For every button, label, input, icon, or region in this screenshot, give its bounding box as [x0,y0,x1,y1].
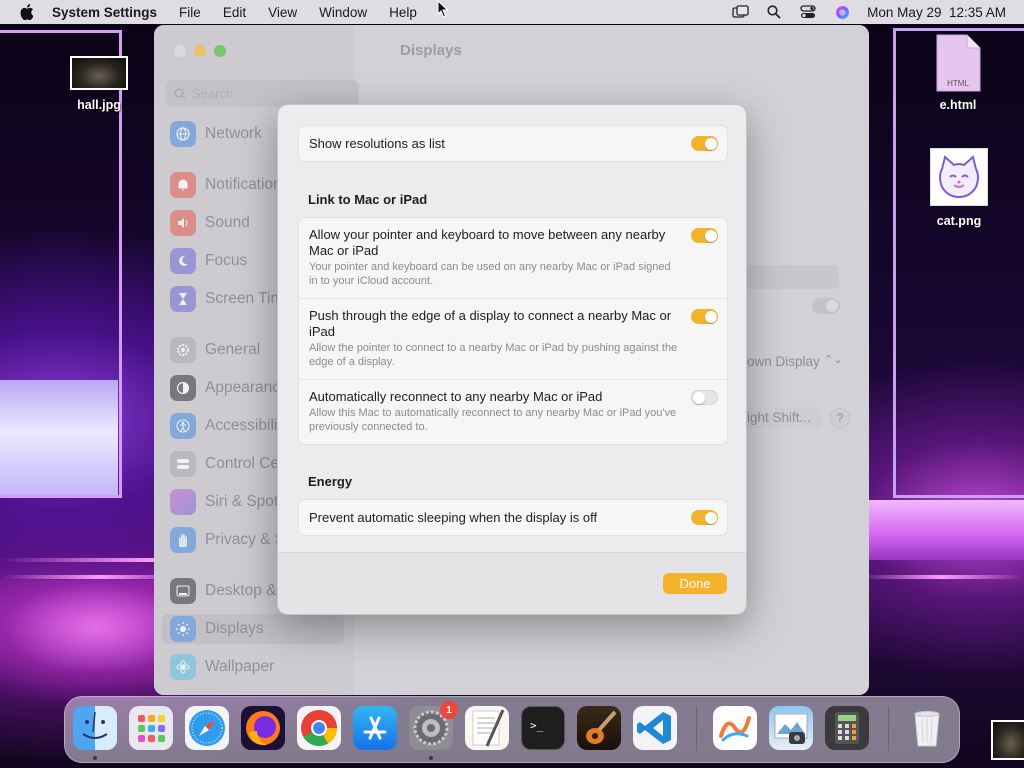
apple-menu-icon[interactable] [20,4,34,20]
menu-view[interactable]: View [268,5,297,20]
image-thumbnail [70,56,128,90]
prevent-sleep-toggle[interactable] [691,510,718,525]
setting-title: Prevent automatic sleeping when the disp… [309,510,598,525]
setting-row-prevent-sleep: Prevent automatic sleeping when the disp… [299,500,727,535]
setting-title: Show resolutions as list [309,136,445,151]
cat-image-thumbnail [930,148,988,206]
display-advanced-settings-sheet: Show resolutions as list Link to Mac or … [277,104,747,615]
wallpaper-light-panel-right [868,500,1024,560]
screen-mirroring-icon[interactable] [731,4,749,20]
desktop-file-cat-png[interactable]: cat.png [930,148,988,228]
wallpaper-beam [860,575,1024,579]
launchpad-icon[interactable] [129,706,173,750]
terminal-icon[interactable]: >_ [521,706,565,750]
firefox-icon[interactable] [241,706,285,750]
garageband-icon[interactable] [577,706,621,750]
spotlight-search-icon[interactable] [765,4,783,20]
html-document-icon: HTML [935,34,981,92]
push-through-edge-toggle[interactable] [691,309,718,324]
svg-text:HTML: HTML [947,79,969,88]
done-button[interactable]: Done [663,573,727,594]
desktop-file-label: e.html [939,98,977,112]
control-center-icon[interactable] [799,4,817,20]
energy-group: Prevent automatic sleeping when the disp… [298,499,728,536]
menu-help[interactable]: Help [389,5,417,20]
desktop-file-e-html[interactable]: HTML e.html [935,34,981,112]
svg-text:>_: >_ [530,719,544,732]
running-indicator [429,756,433,760]
menu-app-name[interactable]: System Settings [52,5,157,20]
section-heading-energy: Energy [308,474,353,489]
menu-window[interactable]: Window [319,5,367,20]
menu-edit[interactable]: Edit [223,5,246,20]
dock-separator [888,707,889,751]
textedit-icon[interactable] [465,706,509,750]
sheet-footer: Done [278,552,746,614]
setting-description: Your pointer and keyboard can be used on… [309,261,671,287]
menu-file[interactable]: File [179,5,201,20]
setting-row-pointer-keyboard: Allow your pointer and keyboard to move … [299,218,727,298]
desktop-file-label: cat.png [936,214,982,228]
system-settings-icon[interactable]: 1 [409,701,458,750]
finder-icon[interactable] [73,706,117,750]
setting-title: Automatically reconnect to any nearby Ma… [309,389,603,404]
setting-row-auto-reconnect: Automatically reconnect to any nearby Ma… [299,379,727,444]
menu-bar: System Settings File Edit View Window He… [0,0,1024,24]
desktop-file-hall[interactable]: hall.jpg [70,56,128,112]
app-store-icon[interactable] [353,706,397,750]
auto-reconnect-toggle[interactable] [691,390,718,405]
setting-row-show-resolutions: Show resolutions as list [299,126,727,161]
freeform-icon[interactable] [713,706,757,750]
mouse-cursor-icon [437,0,449,23]
pointer-keyboard-toggle[interactable] [691,228,718,243]
section-heading-link: Link to Mac or iPad [308,192,428,207]
vscode-icon[interactable] [633,706,677,750]
dock-separator [696,707,697,751]
wallpaper-light-panel [0,380,118,495]
dock: 1 >_ [64,696,960,763]
preview-icon[interactable] [769,706,813,750]
desktop-file-thumbnail[interactable] [991,720,1024,760]
resolution-options-group: Show resolutions as list [298,125,728,162]
setting-description: Allow this Mac to automatically reconnec… [309,407,677,433]
link-to-mac-group: Allow your pointer and keyboard to move … [298,217,728,445]
running-indicator [93,756,97,760]
menu-clock[interactable]: Mon May 29 12:35 AM [867,5,1006,20]
setting-title: Push through the edge of a display to co… [309,308,672,339]
safari-icon[interactable] [185,706,229,750]
desktop-file-label: hall.jpg [77,98,121,112]
chrome-icon[interactable] [297,706,341,750]
siri-icon[interactable] [833,4,851,20]
show-resolutions-toggle[interactable] [691,136,718,151]
setting-row-push-through-edge: Push through the edge of a display to co… [299,298,727,379]
notification-badge: 1 [440,701,458,719]
trash-icon[interactable] [905,706,949,750]
setting-description: Allow the pointer to connect to a nearby… [309,342,678,368]
setting-title: Allow your pointer and keyboard to move … [309,227,666,258]
calculator-icon[interactable] [825,706,869,750]
